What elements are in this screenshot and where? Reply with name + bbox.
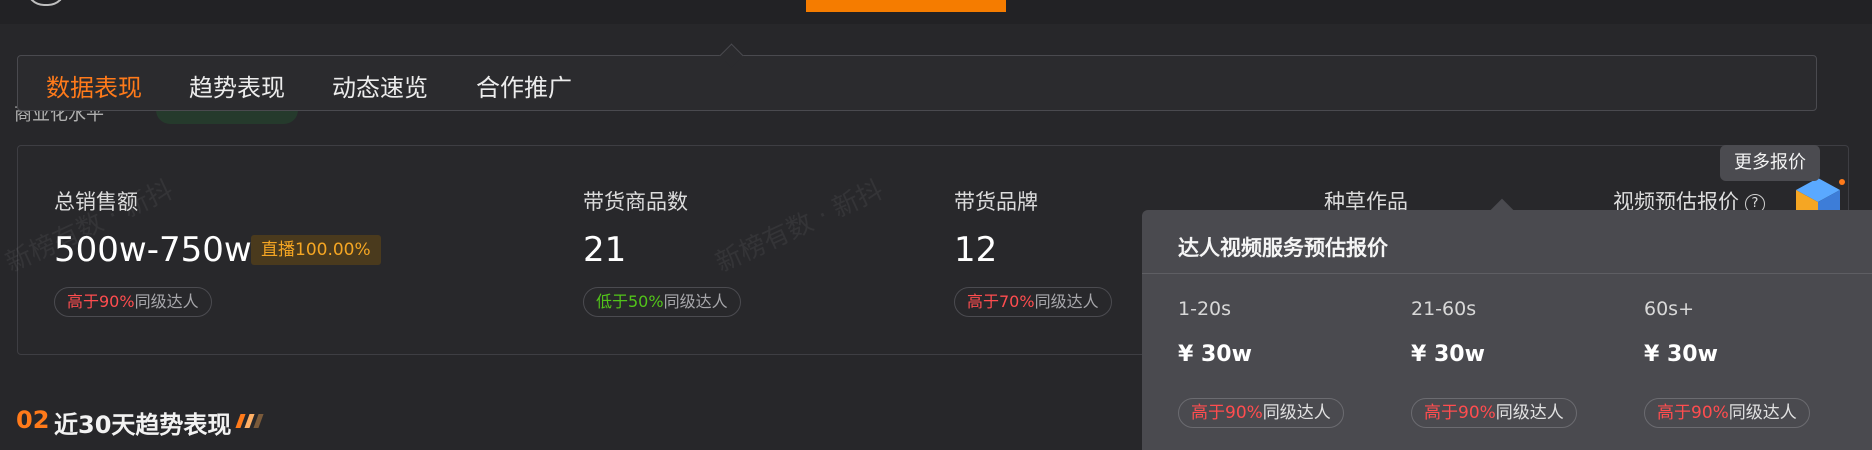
compare-label: 同级达人: [134, 292, 199, 311]
brands-compare-pill: 高于70%同级达人: [954, 287, 1112, 317]
duration-label: 60s+: [1644, 298, 1694, 320]
more-price-tooltip[interactable]: 更多报价: [1720, 145, 1820, 181]
active-nav-indicator: [806, 0, 1006, 12]
duration-label: 21-60s: [1411, 298, 1477, 320]
compare-label: 同级达人: [1034, 292, 1099, 311]
compare-label: 同级达人: [663, 292, 728, 311]
duration-label: 1-20s: [1178, 298, 1232, 320]
brand-count-value: 12: [954, 230, 998, 270]
price-compare-pill: 高于90%同级达人: [1644, 398, 1810, 428]
compare-value: 低于50%: [596, 292, 664, 311]
total-sales-label: 总销售额: [54, 190, 138, 214]
tab-activity-overview[interactable]: 动态速览: [332, 68, 428, 103]
price-value: ¥ 30w: [1411, 342, 1485, 367]
section-title: 近30天趋势表现: [54, 411, 232, 439]
compare-label: 同级达人: [1728, 403, 1797, 423]
compare-label: 同级达人: [1495, 403, 1564, 423]
price-popover: 达人视频服务预估报价 1-20s ¥ 30w 高于90%同级达人 21-60s …: [1142, 198, 1872, 450]
price-compare-pill: 高于90%同级达人: [1178, 398, 1344, 428]
product-count-value: 21: [583, 230, 627, 270]
tab-cooperation[interactable]: 合作推广: [476, 68, 572, 103]
brand-count-label: 带货品牌: [954, 190, 1038, 214]
compare-value: 高于90%: [67, 292, 135, 311]
sales-compare-pill: 高于90%同级达人: [54, 287, 212, 317]
total-sales-value: 500w-750w: [54, 230, 252, 270]
popover-title: 达人视频服务预估报价: [1178, 236, 1388, 260]
watermark: 新榜有数 · 新抖: [711, 174, 888, 279]
price-value: ¥ 30w: [1178, 342, 1252, 367]
live-share-tag: 直播100.00%: [251, 235, 381, 265]
avatar[interactable]: [26, 0, 66, 6]
price-value: ¥ 30w: [1644, 342, 1718, 367]
tab-trend-performance[interactable]: 趋势表现: [189, 68, 285, 103]
section-number: 02: [16, 406, 50, 434]
price-compare-pill: 高于90%同级达人: [1411, 398, 1577, 428]
top-navigation-bar: [0, 0, 1872, 24]
compare-value: 高于90%: [1191, 403, 1263, 423]
compare-value: 高于70%: [967, 292, 1035, 311]
tab-bar-pointer: [719, 43, 744, 68]
products-compare-pill: 低于50%同级达人: [583, 287, 741, 317]
section-decoration: [235, 413, 265, 432]
compare-label: 同级达人: [1262, 403, 1331, 423]
compare-value: 高于90%: [1424, 403, 1496, 423]
tab-bar: 数据表现 趋势表现 动态速览 合作推广: [17, 43, 1817, 111]
tab-data-performance[interactable]: 数据表现: [46, 68, 142, 103]
product-count-label: 带货商品数: [583, 190, 688, 214]
divider: [1142, 273, 1872, 274]
compare-value: 高于90%: [1657, 403, 1729, 423]
